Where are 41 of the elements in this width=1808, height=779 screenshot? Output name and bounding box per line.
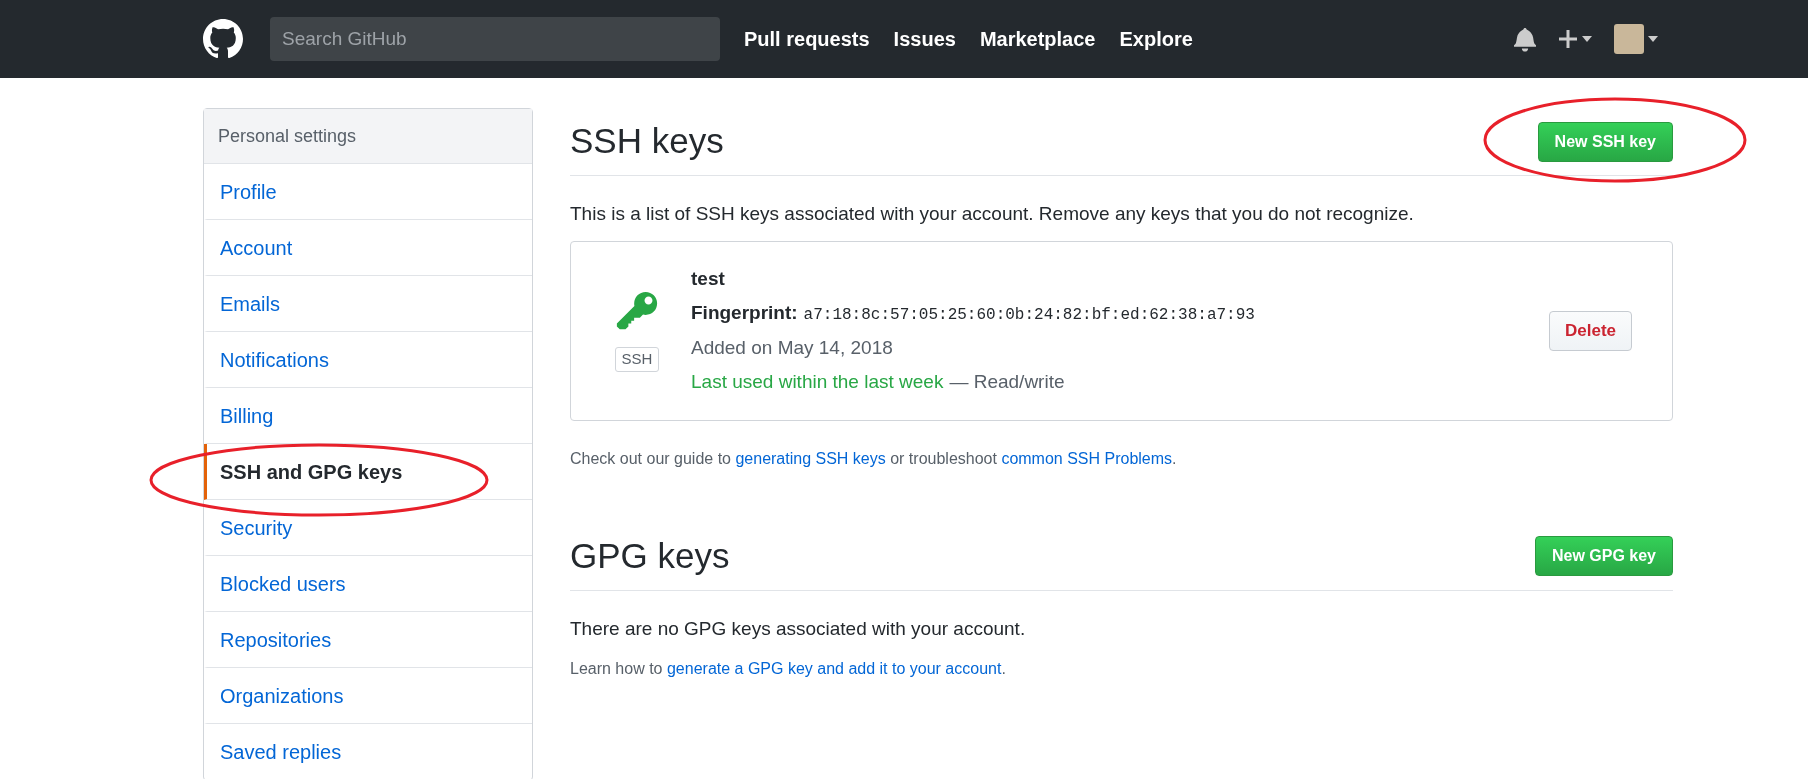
create-new-dropdown[interactable] bbox=[1558, 29, 1592, 49]
avatar bbox=[1614, 24, 1644, 54]
menu-item[interactable]: SSH and GPG keys bbox=[204, 444, 532, 500]
help-link[interactable]: generating SSH keys bbox=[735, 449, 886, 467]
added-date: Added on May 14, 2018 bbox=[691, 335, 894, 360]
section-title: SSH keys bbox=[570, 120, 724, 163]
fingerprint-label: Fingerprint: bbox=[691, 301, 798, 325]
search-field[interactable]: Search GitHub bbox=[270, 17, 720, 61]
menu-item[interactable]: Notifications bbox=[204, 332, 532, 388]
menu-item[interactable]: Emails bbox=[204, 276, 532, 332]
menu-item[interactable]: Blocked users bbox=[204, 556, 532, 612]
last-used-text: Last used within the last week bbox=[691, 370, 944, 394]
menu-item[interactable]: Saved replies bbox=[204, 724, 532, 779]
plus-icon bbox=[1558, 29, 1578, 49]
menu-item[interactable]: Security bbox=[204, 500, 532, 556]
bell-icon[interactable] bbox=[1514, 26, 1536, 52]
menu-item[interactable]: Profile bbox=[204, 164, 532, 220]
menu-item[interactable]: Billing bbox=[204, 388, 532, 444]
menu-item[interactable]: Repositories bbox=[204, 612, 532, 668]
menu-heading: Personal settings bbox=[204, 109, 532, 164]
empty-message: There are no GPG keys associated with your account. bbox=[570, 616, 1027, 641]
section-description: This is a list of SSH keys associated with your account. Remove any keys that you do not recognize. bbox=[570, 202, 1415, 226]
profile-dropdown[interactable] bbox=[1614, 24, 1658, 54]
nav-link[interactable]: Issues bbox=[893, 24, 956, 54]
help-link[interactable]: generate a GPG key and add it to your account bbox=[666, 660, 1002, 677]
access-text: — Read/write bbox=[949, 370, 1065, 394]
key-type-label: SSH bbox=[614, 347, 660, 372]
key-title: test bbox=[691, 266, 726, 291]
menu-item[interactable]: Organizations bbox=[204, 668, 532, 724]
delete-button[interactable]: Delete bbox=[1548, 310, 1632, 351]
nav-link[interactable]: Marketplace bbox=[979, 24, 1096, 54]
octocat-logo-icon[interactable] bbox=[203, 19, 243, 59]
nav-link[interactable]: Explore bbox=[1119, 24, 1193, 54]
caret-icon bbox=[1648, 36, 1658, 42]
menu-item[interactable]: Account bbox=[204, 220, 532, 276]
section-title: GPG keys bbox=[570, 534, 730, 577]
caret-icon bbox=[1582, 36, 1592, 42]
nav-link[interactable]: Pull requests bbox=[744, 24, 870, 54]
help-text: Learn how to generate a GPG key and add it to your account. bbox=[570, 659, 1007, 679]
fingerprint-value: a7:18:8c:57:05:25:60:0b:24:82:bf:ed:62:38:a7:93 bbox=[803, 305, 1255, 326]
help-text: Check out our guide to generating SSH keys or troubleshoot common SSH Problems. bbox=[570, 448, 1178, 469]
